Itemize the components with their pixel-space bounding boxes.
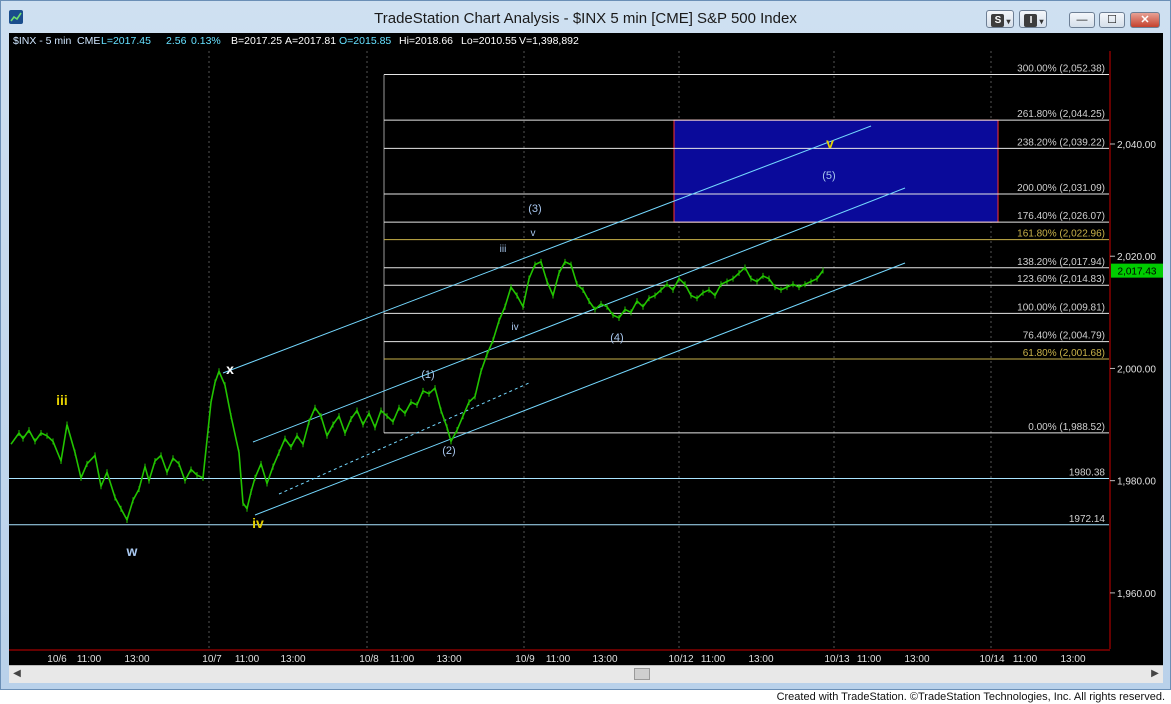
- header-last: L=2017.45: [101, 35, 151, 47]
- x-tick-label: 10/8: [359, 654, 379, 665]
- price-series: [10, 260, 824, 522]
- fib-label: 76.40% (2,004.79): [1023, 331, 1105, 342]
- fib-label: 123.60% (2,014.83): [1017, 274, 1105, 285]
- last-price-label: 2,017.43: [1118, 267, 1157, 278]
- minimize-button[interactable]: —: [1069, 12, 1095, 28]
- header-exchange: CME: [77, 35, 100, 47]
- scroll-right-icon[interactable]: ▶: [1149, 668, 1161, 680]
- channel-line: [254, 262, 906, 516]
- y-tick-label: 1,980.00: [1117, 477, 1156, 488]
- target-zone-box: [673, 119, 999, 223]
- x-tick-label: 10/12: [668, 654, 693, 665]
- x-tick-label: 13:00: [436, 654, 461, 665]
- y-tick-label: 2,000.00: [1117, 364, 1156, 375]
- channel-line: [222, 125, 872, 374]
- fib-label: 176.40% (2,026.07): [1017, 211, 1105, 222]
- header-volume: V=1,398,892: [519, 35, 579, 47]
- chart-window: TradeStation Chart Analysis - $INX 5 min…: [0, 0, 1171, 690]
- chevron-down-icon: ▾: [1039, 17, 1044, 26]
- fib-label: 161.80% (2,022.96): [1017, 229, 1105, 240]
- header-low: Lo=2010.55: [461, 35, 517, 47]
- x-tick-label: 13:00: [1060, 654, 1085, 665]
- wave-label: (1): [421, 369, 434, 381]
- fib-label: 238.20% (2,039.22): [1017, 137, 1105, 148]
- scroll-left-icon[interactable]: ◀: [11, 668, 23, 680]
- wave-label: iii: [56, 392, 68, 408]
- x-tick-label: 13:00: [748, 654, 773, 665]
- support-label: 1980.38: [1069, 468, 1106, 479]
- fib-label: 61.80% (2,001.68): [1023, 348, 1105, 359]
- close-button[interactable]: ✕: [1130, 12, 1160, 28]
- header-bid: B=2017.25: [231, 35, 282, 47]
- x-tick-label: 13:00: [904, 654, 929, 665]
- x-tick-label: 11:00: [235, 654, 260, 665]
- fib-label: 300.00% (2,052.38): [1017, 64, 1105, 75]
- x-tick-label: 11:00: [546, 654, 571, 665]
- x-tick-label: 11:00: [1013, 654, 1038, 665]
- horizontal-scrollbar[interactable]: ◀ ▶: [9, 665, 1163, 683]
- header-high: Hi=2018.66: [399, 35, 453, 47]
- s-button-label: S: [991, 14, 1005, 28]
- y-tick-label: 2,040.00: [1117, 140, 1156, 151]
- header-change: 2.56: [166, 35, 187, 47]
- s-menu-button[interactable]: S ▾: [986, 10, 1014, 28]
- chevron-down-icon: ▾: [1006, 17, 1011, 26]
- header-open: O=2015.85: [339, 35, 391, 47]
- wave-label: (5): [822, 170, 835, 182]
- channel-line: [278, 382, 530, 495]
- wave-label: w: [126, 543, 138, 559]
- support-label: 1972.14: [1069, 514, 1106, 525]
- x-tick-label: 13:00: [124, 654, 149, 665]
- i-button-label: I: [1024, 14, 1038, 28]
- wave-label: (2): [442, 445, 455, 457]
- x-tick-label: 10/9: [515, 654, 535, 665]
- title-bar[interactable]: TradeStation Chart Analysis - $INX 5 min…: [1, 1, 1170, 33]
- chart-canvas[interactable]: $INX - 5 min CME L=2017.45 2.56 0.13% B=2017.…: [9, 33, 1163, 665]
- fib-label: 261.80% (2,044.25): [1017, 109, 1105, 120]
- fib-label: 100.00% (2,009.81): [1017, 302, 1105, 313]
- wave-label: iv: [252, 515, 264, 531]
- fib-label: 138.20% (2,017.94): [1017, 257, 1105, 268]
- wave-label: (3): [528, 203, 541, 215]
- footer-credit: Created with TradeStation. ©TradeStation…: [776, 691, 1165, 703]
- scroll-thumb[interactable]: [634, 668, 650, 680]
- x-tick-label: 11:00: [77, 654, 102, 665]
- x-tick-label: 10/7: [202, 654, 222, 665]
- x-tick-label: 11:00: [390, 654, 415, 665]
- x-tick-label: 10/6: [47, 654, 67, 665]
- fib-label: 0.00% (1,988.52): [1028, 422, 1105, 433]
- y-tick-label: 1,960.00: [1117, 589, 1156, 600]
- wave-label: iv: [511, 322, 518, 333]
- x-tick-label: 11:00: [857, 654, 882, 665]
- header-ask: A=2017.81: [285, 35, 336, 47]
- wave-label: v: [531, 228, 536, 239]
- maximize-button[interactable]: ☐: [1099, 12, 1125, 28]
- header-symbol: $INX - 5 min: [13, 35, 72, 47]
- x-tick-label: 13:00: [592, 654, 617, 665]
- fib-label: 200.00% (2,031.09): [1017, 183, 1105, 194]
- wave-label: iii: [500, 244, 507, 255]
- x-tick-label: 10/13: [824, 654, 849, 665]
- header-pct: 0.13%: [191, 35, 221, 47]
- y-tick-label: 2,020.00: [1117, 252, 1156, 263]
- channel-line: [252, 187, 906, 443]
- wave-label: (4): [610, 332, 623, 344]
- price-chart[interactable]: $INX - 5 min CME L=2017.45 2.56 0.13% B=2017.…: [9, 33, 1163, 665]
- x-tick-label: 11:00: [701, 654, 726, 665]
- x-tick-label: 13:00: [280, 654, 305, 665]
- x-tick-label: 10/14: [979, 654, 1004, 665]
- wave-label: x: [226, 361, 234, 377]
- i-menu-button[interactable]: I ▾: [1019, 10, 1047, 28]
- wave-label: v: [826, 135, 834, 151]
